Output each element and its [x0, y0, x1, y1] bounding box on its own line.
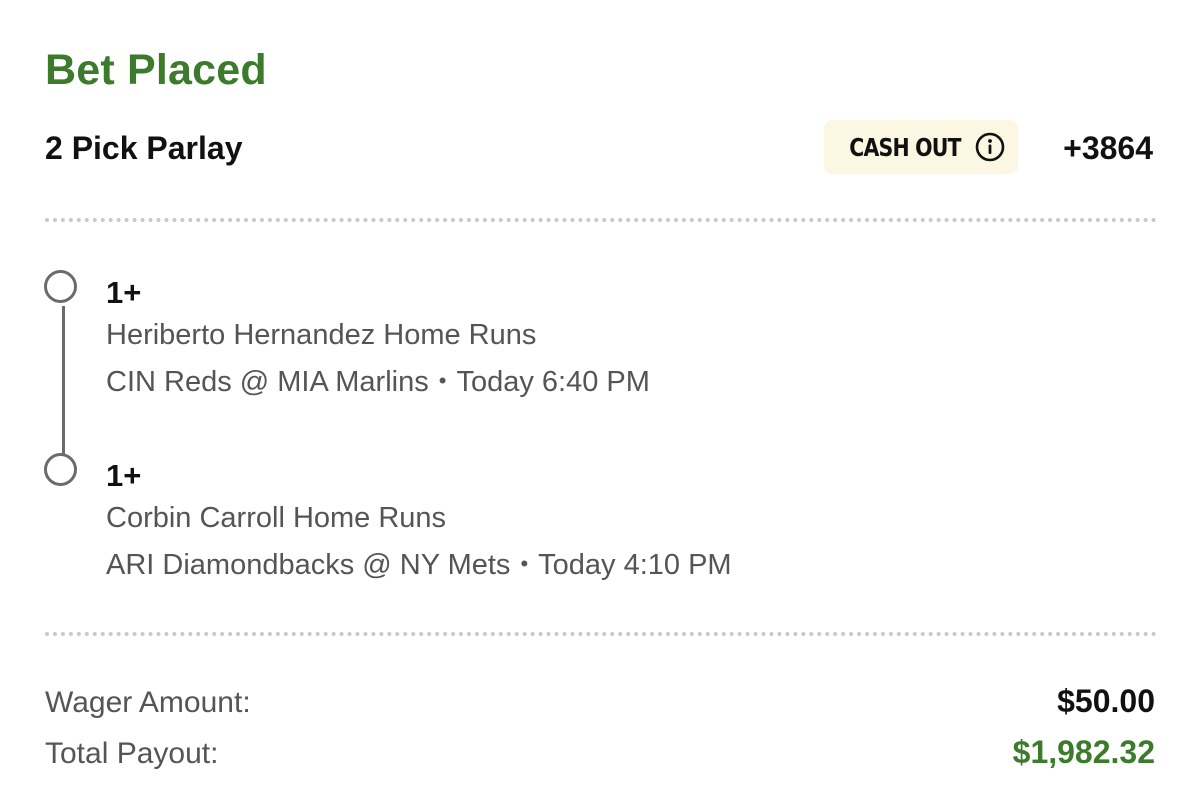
info-icon[interactable]	[975, 132, 1005, 162]
divider	[45, 632, 1157, 636]
parlay-odds: +3864	[1063, 130, 1153, 166]
leg-matchup: CIN Reds @ MIA Marlins	[106, 366, 429, 398]
total-payout-label: Total Payout:	[45, 737, 219, 770]
cash-out-label: CASH OUT	[849, 132, 961, 162]
leg-status-circle-icon	[44, 453, 77, 486]
leg-timeline-connector	[62, 306, 65, 454]
wager-amount-label: Wager Amount:	[45, 686, 251, 719]
total-payout-value: $1,982.32	[1012, 734, 1155, 770]
leg-market: Corbin Carroll Home Runs	[106, 502, 447, 534]
leg-game-info: CIN Reds @ MIA Marlins • Today 6:40 PM	[106, 363, 650, 400]
divider	[45, 218, 1157, 222]
leg-line: 1+	[106, 458, 142, 493]
leg-game-info: ARI Diamondbacks @ NY Mets • Today 4:10 PM	[106, 546, 732, 583]
leg-separator: •	[438, 368, 447, 393]
leg-line: 1+	[106, 275, 142, 310]
leg-separator: •	[520, 551, 529, 576]
wager-amount-row: Wager Amount: $50.00	[45, 681, 1155, 723]
wager-amount-value: $50.00	[1057, 683, 1155, 719]
bet-status-title: Bet Placed	[45, 46, 267, 94]
total-payout-row: Total Payout: $1,982.32	[45, 732, 1155, 774]
leg-matchup: ARI Diamondbacks @ NY Mets	[106, 549, 511, 581]
leg-start-time: Today 6:40 PM	[456, 366, 650, 398]
bet-type-label: 2 Pick Parlay	[45, 130, 243, 166]
parlay-leg-1: 1+ Heriberto Hernandez Home Runs CIN Red…	[106, 273, 650, 400]
leg-market: Heriberto Hernandez Home Runs	[106, 319, 537, 351]
cash-out-button[interactable]: CASH OUT	[824, 120, 1018, 174]
parlay-leg-2: 1+ Corbin Carroll Home Runs ARI Diamondb…	[106, 456, 732, 583]
leg-status-circle-icon	[44, 270, 77, 303]
leg-start-time: Today 4:10 PM	[538, 549, 732, 581]
